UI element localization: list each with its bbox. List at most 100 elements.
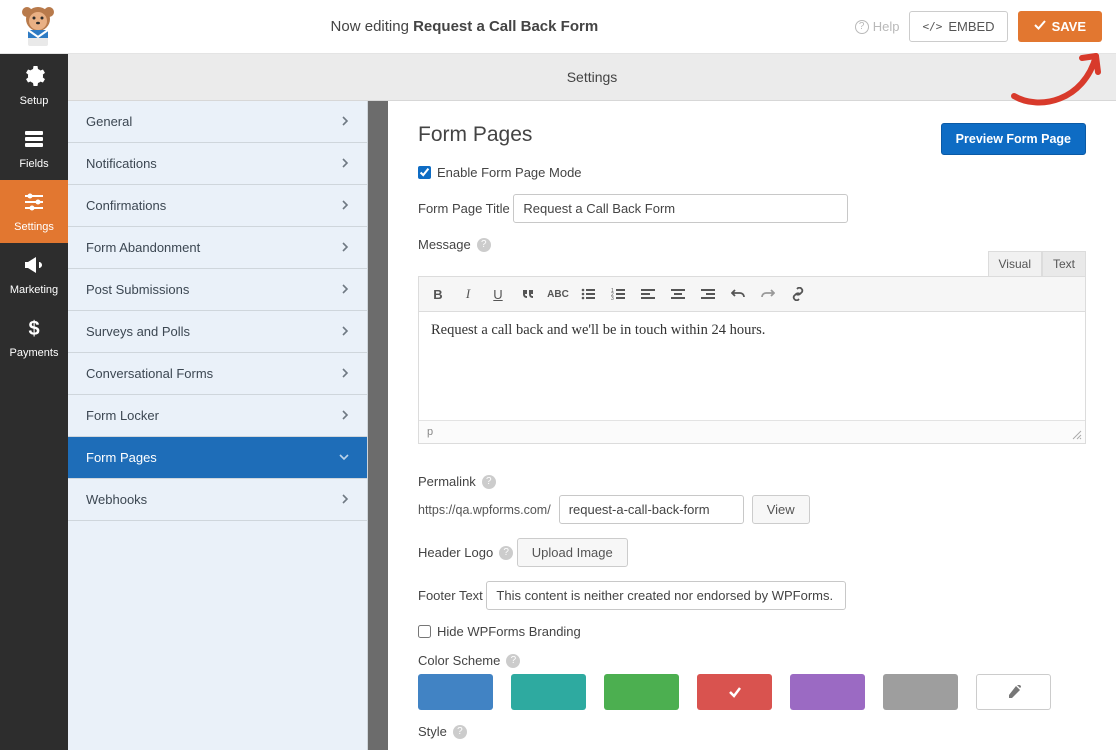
svg-text:$: $: [28, 318, 39, 340]
settings-menu-item-notifications[interactable]: Notifications: [68, 143, 367, 185]
permalink-slug-input[interactable]: [559, 495, 744, 524]
redo-icon[interactable]: [757, 283, 779, 305]
settings-menu-label: Form Abandonment: [86, 240, 200, 255]
enable-form-page-mode-checkbox[interactable]: [418, 166, 431, 179]
help-tooltip-icon[interactable]: ?: [477, 238, 491, 252]
code-icon: </>: [922, 20, 942, 33]
help-tooltip-icon[interactable]: ?: [506, 654, 520, 668]
settings-menu-item-general[interactable]: General: [68, 101, 367, 143]
bold-icon[interactable]: B: [427, 283, 449, 305]
settings-menu-item-post-submissions[interactable]: Post Submissions: [68, 269, 367, 311]
fields-icon: [0, 127, 68, 154]
editor-tab-text[interactable]: Text: [1042, 251, 1086, 276]
help-link[interactable]: ? Help: [855, 19, 900, 34]
settings-menu-item-conversational-forms[interactable]: Conversational Forms: [68, 353, 367, 395]
color-swatch[interactable]: [790, 674, 865, 710]
help-tooltip-icon[interactable]: ?: [482, 475, 496, 489]
link-icon[interactable]: [787, 283, 809, 305]
panel-header: Settings: [68, 54, 1116, 101]
color-swatches: [418, 674, 1086, 710]
eyedropper-icon: [1006, 684, 1022, 700]
italic-icon[interactable]: I: [457, 283, 479, 305]
align-center-icon[interactable]: [667, 283, 689, 305]
permalink-view-button[interactable]: View: [752, 495, 810, 524]
top-actions: ? Help </> EMBED SAVE: [855, 11, 1102, 42]
chevron-down-icon: [339, 450, 349, 465]
sliders-icon: [0, 190, 68, 217]
bullet-list-icon[interactable]: [577, 283, 599, 305]
panel-resize-gutter[interactable]: [368, 101, 388, 750]
upload-image-button[interactable]: Upload Image: [517, 538, 628, 567]
message-label: Message ?: [418, 237, 491, 252]
form-page-title-label: Form Page Title: [418, 201, 510, 216]
permalink-prefix: https://qa.wpforms.com/: [418, 503, 551, 517]
permalink-label: Permalink ?: [418, 474, 496, 489]
color-swatch[interactable]: [697, 674, 772, 710]
embed-button[interactable]: </> EMBED: [909, 11, 1007, 42]
settings-menu-label: Conversational Forms: [86, 366, 213, 381]
color-swatch[interactable]: [883, 674, 958, 710]
align-left-icon[interactable]: [637, 283, 659, 305]
strike-icon[interactable]: ABC: [547, 283, 569, 305]
settings-menu-label: Form Pages: [86, 450, 157, 465]
settings-menu-item-confirmations[interactable]: Confirmations: [68, 185, 367, 227]
enable-form-page-mode-wrap[interactable]: Enable Form Page Mode: [418, 165, 1086, 180]
nav-settings[interactable]: Settings: [0, 180, 68, 243]
editor-tab-visual[interactable]: Visual: [988, 251, 1042, 276]
settings-menu-item-surveys-and-polls[interactable]: Surveys and Polls: [68, 311, 367, 353]
color-picker-button[interactable]: [976, 674, 1051, 710]
style-label: Style ?: [418, 724, 467, 739]
blockquote-icon[interactable]: [517, 283, 539, 305]
undo-icon[interactable]: [727, 283, 749, 305]
numbered-list-icon[interactable]: 123: [607, 283, 629, 305]
settings-menu-label: Post Submissions: [86, 282, 189, 297]
resize-handle-icon[interactable]: [1072, 430, 1082, 440]
editor-body[interactable]: Request a call back and we'll be in touc…: [419, 312, 1085, 420]
settings-submenu: General Notifications Confirmations Form Ab…: [68, 101, 368, 750]
settings-menu-label: Webhooks: [86, 492, 147, 507]
editing-prefix: Now editing: [331, 18, 414, 35]
color-swatch[interactable]: [511, 674, 586, 710]
settings-menu-label: Surveys and Polls: [86, 324, 190, 339]
form-page-title-input[interactable]: [513, 194, 848, 223]
chevron-right-icon: [341, 282, 349, 297]
form-pages-content: Form Pages Preview Form Page Enable Form…: [388, 101, 1116, 750]
header-logo-label: Header Logo ?: [418, 545, 513, 560]
chevron-right-icon: [341, 492, 349, 507]
settings-menu-label: Confirmations: [86, 198, 166, 213]
settings-menu-label: General: [86, 114, 132, 129]
chevron-right-icon: [341, 366, 349, 381]
hide-branding-wrap[interactable]: Hide WPForms Branding: [418, 624, 1086, 639]
settings-menu-item-webhooks[interactable]: Webhooks: [68, 479, 367, 521]
preview-form-page-button[interactable]: Preview Form Page: [941, 123, 1086, 155]
color-swatch[interactable]: [418, 674, 493, 710]
wysiwyg-editor: B I U ABC 123: [418, 276, 1086, 444]
chevron-right-icon: [341, 156, 349, 171]
chevron-right-icon: [341, 240, 349, 255]
color-swatch[interactable]: [604, 674, 679, 710]
chevron-right-icon: [341, 324, 349, 339]
help-tooltip-icon[interactable]: ?: [499, 546, 513, 560]
align-right-icon[interactable]: [697, 283, 719, 305]
settings-menu-item-form-abandonment[interactable]: Form Abandonment: [68, 227, 367, 269]
help-tooltip-icon[interactable]: ?: [453, 725, 467, 739]
save-button[interactable]: SAVE: [1018, 11, 1102, 42]
editor-tabs: Visual Text: [988, 251, 1086, 276]
editor-toolbar: B I U ABC 123: [419, 277, 1085, 312]
svg-text:3: 3: [611, 296, 614, 301]
hide-branding-checkbox[interactable]: [418, 625, 431, 638]
settings-menu-item-form-locker[interactable]: Form Locker: [68, 395, 367, 437]
wpforms-mascot-icon: [14, 3, 62, 51]
editor-status-bar: p: [419, 420, 1085, 443]
nav-marketing[interactable]: Marketing: [0, 243, 68, 306]
bullhorn-icon: [0, 253, 68, 280]
section-title: Form Pages: [418, 123, 532, 147]
form-name: Request a Call Back Form: [413, 18, 598, 35]
check-icon: [1034, 19, 1046, 34]
nav-fields[interactable]: Fields: [0, 117, 68, 180]
nav-setup[interactable]: Setup: [0, 54, 68, 117]
underline-icon[interactable]: U: [487, 283, 509, 305]
settings-menu-item-form-pages[interactable]: Form Pages: [68, 437, 367, 479]
nav-payments[interactable]: $ Payments: [0, 306, 68, 369]
footer-text-input[interactable]: [486, 581, 846, 610]
